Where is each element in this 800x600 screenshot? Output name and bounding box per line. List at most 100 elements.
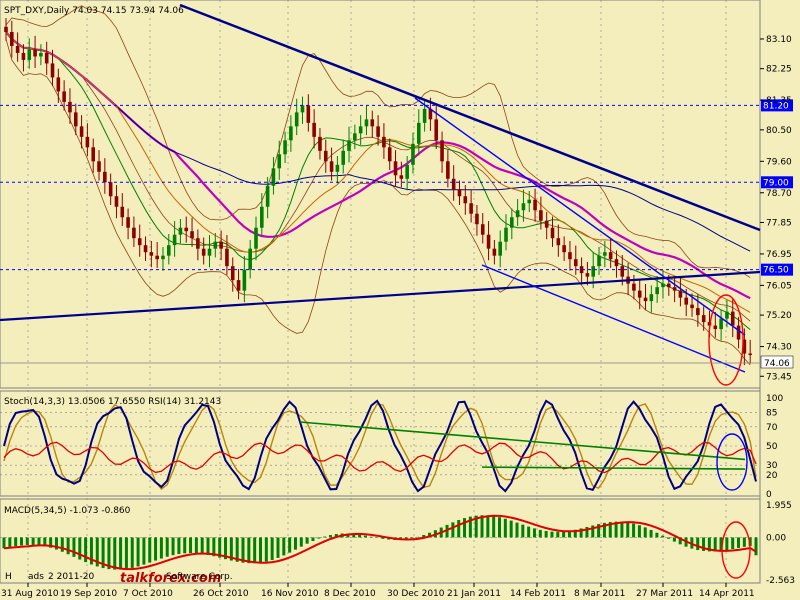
candle-body <box>10 31 14 46</box>
rsi-trendline <box>299 421 746 461</box>
time-tick-label: 26 Oct 2010 <box>193 589 249 599</box>
horizontal-levels[interactable]: 81.2079.0076.50 <box>0 99 793 276</box>
moving-averages <box>5 31 751 330</box>
stoch-highlight-ellipse <box>716 433 748 491</box>
candle-body <box>50 63 55 78</box>
candle-body <box>469 203 473 214</box>
candle-body <box>382 136 386 148</box>
stoch-tick-label: 50 <box>766 442 778 452</box>
stoch-tick-label: 100 <box>766 394 783 404</box>
candle-body <box>312 122 316 137</box>
watermark-tail: Software Corp. <box>166 572 233 582</box>
candle-body <box>678 290 683 298</box>
stoch-title: Stoch(14,3,3) 13.0506 17.6550 RSI(14) 31… <box>4 397 221 407</box>
candle-body <box>190 231 194 239</box>
candle-body <box>166 245 171 256</box>
candle-body <box>614 259 619 267</box>
stoch-tick-label: 85 <box>766 408 777 418</box>
candle-body <box>254 227 258 249</box>
candle-body <box>219 241 223 249</box>
candle-body <box>370 119 375 127</box>
candle-body <box>539 210 543 221</box>
time-tick-label: 14 Apr 2011 <box>699 589 755 599</box>
stoch-tick-label: 0 <box>766 490 772 500</box>
time-scale[interactable]: 31 Aug 2010 19 Sep 2010 7 Oct 2010 26 Oct 2… <box>1 583 755 599</box>
candle-body <box>353 133 357 141</box>
time-tick-label: 16 Nov 2010 <box>261 589 319 599</box>
candle-body <box>637 290 642 298</box>
time-tick-label: 31 Aug 2010 <box>1 589 59 599</box>
candle-body <box>515 210 520 218</box>
price-scale[interactable]: 83.10 82.25 81.35 80.50 79.60 78.70 77.85 76.95… <box>760 35 795 586</box>
level-tag-label: 79.00 <box>763 178 789 188</box>
candle-body <box>399 175 404 179</box>
candle-body <box>730 311 735 326</box>
candle-body <box>701 315 706 323</box>
candle-body <box>451 178 456 190</box>
candle-body <box>608 252 613 260</box>
candle-body <box>510 217 514 228</box>
price-tick-label: 81.35 <box>766 96 792 106</box>
candle-body <box>550 227 555 239</box>
chart-canvas[interactable]: 81.2079.0076.50 83.1082.2581.3580.5079.6… <box>0 0 800 600</box>
time-tick-label: 21 Jan 2011 <box>447 589 501 599</box>
candle-body <box>475 213 479 225</box>
candle-body <box>527 199 532 204</box>
rsi-support-line <box>481 466 746 470</box>
trendlines[interactable] <box>0 3 761 373</box>
price-tick-label: 73.45 <box>766 372 792 382</box>
orange-moving-average <box>5 31 751 313</box>
candle-body <box>463 196 468 204</box>
candle-body <box>335 164 340 172</box>
candle-body <box>341 150 346 165</box>
stoch-tick-label: 30 <box>766 461 778 471</box>
macd-tick-label: 0.00 <box>766 533 786 543</box>
candle-body <box>207 248 212 256</box>
candle-body <box>248 248 252 270</box>
time-tick-label: 14 Feb 2011 <box>510 589 566 599</box>
level-tag-label: 76.50 <box>763 266 789 276</box>
candle-body <box>132 227 136 239</box>
macd-title: MACD(5,34,5) -1.073 -0.860 <box>4 506 131 516</box>
candle-body <box>178 227 183 235</box>
candle-body <box>79 126 84 137</box>
chart-window[interactable]: 81.20 79.00 76.50 83.10 82.25 81.35 80.50 79.6… <box>0 0 800 600</box>
candle-body <box>696 308 700 316</box>
price-tick-label: 75.20 <box>766 311 792 321</box>
candle-body <box>97 161 101 172</box>
candle-body <box>300 105 305 113</box>
price-tick-label: 74.30 <box>766 343 792 353</box>
candle-body <box>358 126 363 134</box>
candle-body <box>289 126 293 141</box>
candle-body <box>318 136 322 151</box>
candle-body <box>672 287 677 291</box>
candle-body <box>416 122 421 144</box>
candle-body <box>649 294 654 302</box>
time-tick-label: 19 Sep 2010 <box>60 589 117 599</box>
candle-body <box>690 304 694 309</box>
candle-body <box>85 136 90 148</box>
candle-body <box>655 287 659 295</box>
candle-body <box>271 168 276 186</box>
candle-body <box>196 238 200 249</box>
candle-body <box>620 266 625 277</box>
candle-body <box>4 26 8 32</box>
price-tick-label: 78.70 <box>766 189 792 199</box>
candle-body <box>306 105 311 123</box>
candle-body <box>504 227 508 242</box>
candle-body <box>719 318 723 330</box>
candle-body <box>597 255 601 267</box>
candle-body <box>184 227 189 232</box>
candle-body <box>446 161 450 179</box>
candle-body <box>405 164 409 179</box>
candle-body <box>242 269 247 291</box>
candle-body <box>434 119 439 141</box>
candle-body <box>236 280 241 291</box>
channel-upper-line <box>414 97 746 336</box>
candle-body <box>44 52 49 64</box>
candle-body <box>533 199 537 211</box>
candle-body <box>666 283 671 288</box>
price-pane-border <box>0 0 761 389</box>
watermark-year: 2 2011-20 <box>48 572 94 582</box>
candle-body <box>736 325 741 340</box>
